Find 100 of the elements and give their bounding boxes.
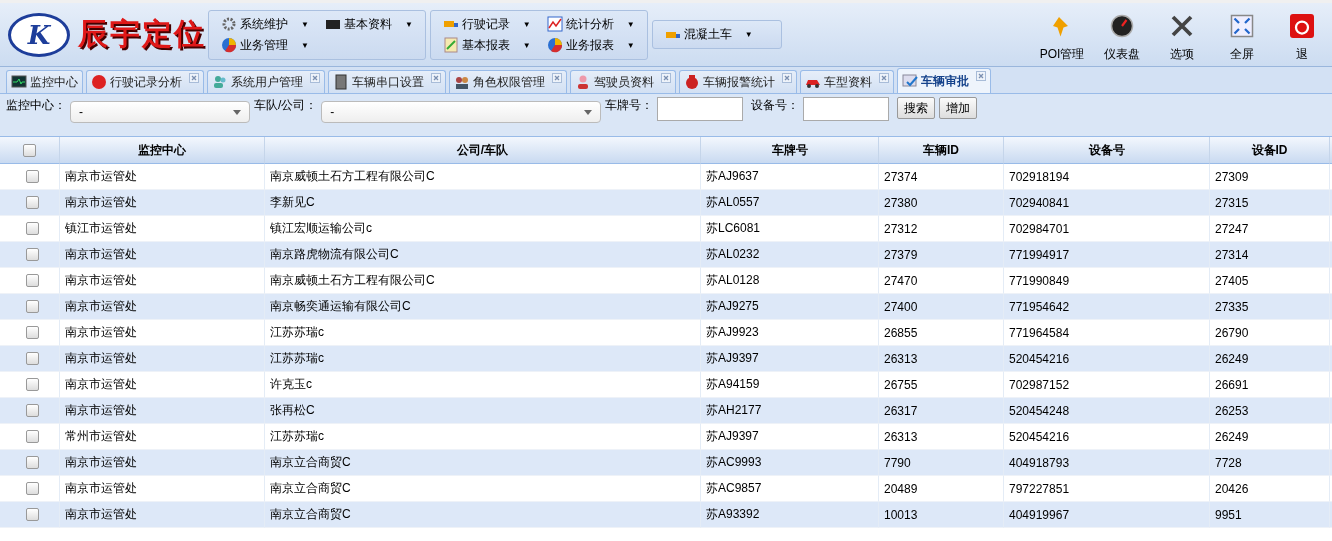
column-header[interactable]: 设备号	[1004, 137, 1210, 164]
checkbox[interactable]	[25, 508, 39, 521]
menu-item[interactable]: 行驶记录 ▼	[442, 15, 531, 33]
add-button[interactable]: 增加	[939, 97, 978, 119]
column-header[interactable]: 公司/车队	[265, 137, 701, 164]
table-cell: 27400	[879, 294, 1004, 320]
table-cell: 南京市运管处	[60, 450, 265, 476]
input-field[interactable]	[803, 97, 890, 121]
menu-item[interactable]: 混凝土车 ▼	[664, 26, 753, 43]
menu-item[interactable]: 系统维护 ▼	[221, 15, 309, 33]
checkbox[interactable]	[25, 352, 39, 365]
toolbar-button[interactable]: 全屏	[1212, 6, 1272, 63]
tab[interactable]: 驾驶员资料	[570, 70, 676, 93]
menu-item[interactable]: 业务报表 ▼	[546, 36, 635, 54]
table-cell: 26691	[1210, 372, 1330, 398]
input-field[interactable]	[657, 97, 744, 121]
table-cell: 520454216	[1004, 346, 1210, 372]
table-cell: 江苏苏瑞c	[265, 424, 701, 450]
menu-item[interactable]: 统计分析 ▼	[546, 15, 635, 33]
logo-name: 辰宇定位	[78, 15, 206, 53]
table-cell: 苏AJ9637	[701, 164, 879, 190]
checkbox[interactable]	[25, 274, 39, 287]
tab[interactable]: 车型资料	[800, 70, 894, 93]
tab[interactable]: 车辆报警统计	[679, 70, 797, 93]
caret-icon: ▼	[404, 19, 413, 29]
checkbox[interactable]	[25, 404, 39, 417]
tab[interactable]: 系统用户管理	[207, 70, 325, 93]
toolbar-button[interactable]: 退	[1272, 6, 1332, 63]
table-cell: 苏AJ9397	[701, 346, 879, 372]
checkbox[interactable]	[25, 300, 39, 313]
table-cell: 27309	[1210, 164, 1330, 190]
table-cell: 702987152	[1004, 372, 1210, 398]
table-cell: 26855	[879, 320, 1004, 346]
tab[interactable]: 行驶记录分析	[86, 70, 204, 93]
table-cell: 26249	[1210, 346, 1330, 372]
menu-item[interactable]: 基本报表 ▼	[442, 36, 531, 54]
table-cell: 南京市运管处	[60, 346, 265, 372]
table-cell: 404919967	[1004, 502, 1210, 528]
tab[interactable]: 监控中心	[6, 70, 83, 93]
alarm-icon	[684, 74, 700, 90]
toolbar-button[interactable]: 选项	[1152, 6, 1212, 63]
close-icon[interactable]	[310, 73, 320, 83]
column-header[interactable]: 车辆ID	[879, 137, 1004, 164]
close-icon[interactable]	[661, 73, 671, 83]
table-cell: 26313	[879, 346, 1004, 372]
table-cell: 南京市运管处	[60, 476, 265, 502]
column-header[interactable]: 设备ID	[1210, 137, 1330, 164]
pie-chart-icon	[546, 37, 563, 53]
menu-item[interactable]: 基本资料 ▼	[324, 15, 413, 33]
table-cell: 27247	[1210, 216, 1330, 242]
checkbox[interactable]	[25, 326, 39, 339]
menu-item[interactable]: 业务管理 ▼	[221, 36, 309, 54]
checkbox[interactable]	[25, 378, 39, 391]
table-cell: 7728	[1210, 450, 1330, 476]
table-cell: 26790	[1210, 320, 1330, 346]
checkbox[interactable]	[25, 222, 39, 235]
fullscreen-icon	[1230, 14, 1254, 38]
close-icon[interactable]	[189, 73, 199, 83]
dropdown[interactable]: -	[70, 101, 250, 123]
tab[interactable]: 车辆审批	[897, 68, 991, 93]
table-cell: 南京立合商贸C	[265, 450, 701, 476]
close-icon[interactable]	[782, 73, 792, 83]
checkbox[interactable]	[25, 248, 39, 261]
table-cell: 南京市运管处	[60, 242, 265, 268]
table-cell: 27470	[879, 268, 1004, 294]
table-cell: 常州市运管处	[60, 424, 265, 450]
caret-icon: ▼	[626, 19, 635, 29]
table-cell: 26253	[1210, 398, 1330, 424]
table-cell: 李新见C	[265, 190, 701, 216]
table-cell: 苏A94159	[701, 372, 879, 398]
table-cell: 26755	[879, 372, 1004, 398]
table-cell: 苏AC9857	[701, 476, 879, 502]
caret-icon: ▼	[626, 40, 635, 50]
filter-label: 监控中心：	[6, 97, 66, 114]
search-button[interactable]: 搜索	[897, 97, 936, 119]
close-icon[interactable]	[879, 73, 889, 83]
table-cell: 10013	[879, 502, 1004, 528]
toolbar-button[interactable]: POI管理	[1032, 6, 1092, 63]
tab[interactable]: 角色权限管理	[449, 70, 567, 93]
table-cell: 27314	[1210, 242, 1330, 268]
table-cell: 27405	[1210, 268, 1330, 294]
close-icon[interactable]	[431, 73, 441, 83]
table-cell: 南京市运管处	[60, 398, 265, 424]
caret-icon: ▼	[522, 40, 531, 50]
checkbox[interactable]	[25, 170, 39, 183]
close-icon[interactable]	[976, 71, 986, 81]
table-cell: 苏AL0128	[701, 268, 879, 294]
column-header[interactable]: 监控中心	[60, 137, 265, 164]
close-icon[interactable]	[552, 73, 562, 83]
table-cell: 南京立合商贸C	[265, 502, 701, 528]
dropdown[interactable]: -	[321, 101, 602, 123]
toolbar-button[interactable]: 仪表盘	[1092, 6, 1152, 63]
checkbox[interactable]	[23, 143, 36, 157]
checkbox[interactable]	[25, 196, 39, 209]
column-header[interactable]: 车牌号	[701, 137, 879, 164]
table-cell: 520454216	[1004, 424, 1210, 450]
checkbox[interactable]	[25, 482, 39, 495]
tab[interactable]: 车辆串口设置	[328, 70, 446, 93]
checkbox[interactable]	[25, 430, 39, 443]
checkbox[interactable]	[25, 456, 39, 469]
